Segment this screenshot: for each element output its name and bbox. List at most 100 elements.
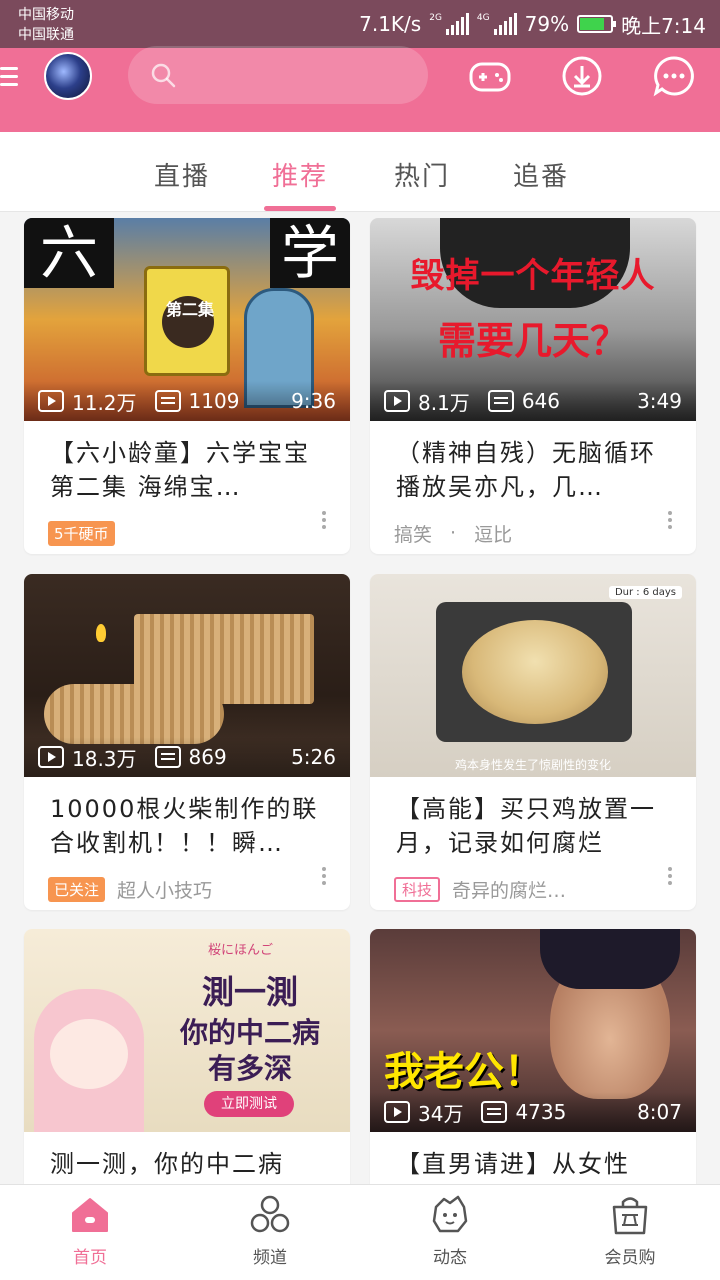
shopping-bag-icon	[612, 1197, 648, 1235]
play-count: 8.1万	[418, 390, 470, 415]
play-count-icon	[384, 1101, 410, 1123]
search-box[interactable]	[128, 46, 428, 104]
video-card[interactable]: Dur : 6 days 鸡本身性发生了惊剧性的变化 【高能】买只鸡放置一月，记…	[370, 574, 696, 910]
duration: 9:36	[291, 389, 336, 413]
video-card[interactable]: 六 学 第二集 11.2万 1109 9:36 【六小龄童】六学宝宝 第二集 海…	[24, 218, 350, 554]
video-thumbnail: 18.3万 869 5:26	[24, 574, 350, 777]
thumb-text: Dur : 6 days	[608, 586, 682, 599]
followed-badge: 已关注	[48, 876, 106, 902]
signal-4g-icon: 4G	[477, 13, 517, 35]
play-count: 11.2万	[72, 390, 137, 415]
play-count: 34万	[418, 1101, 464, 1126]
channel-icon	[250, 1195, 290, 1233]
card-footer: 搞笑 · 逗比	[394, 520, 512, 546]
nav-home-label: 首页	[73, 1248, 107, 1268]
play-count-icon	[38, 746, 64, 768]
message-icon[interactable]	[652, 54, 696, 98]
play-count: 18.3万	[72, 746, 137, 771]
video-title[interactable]: 【六小龄童】六学宝宝 第二集 海绵宝…	[50, 436, 324, 504]
video-stats: 11.2万 1109 9:36	[24, 381, 350, 421]
thumb-text: 立即测试	[204, 1091, 294, 1117]
more-options-icon[interactable]	[322, 508, 328, 532]
battery-fill	[580, 18, 605, 30]
tab-bar: 直播 推荐 热门 追番	[0, 132, 720, 212]
app-bar	[0, 46, 720, 132]
nav-channel[interactable]: 频道	[220, 1193, 320, 1268]
video-thumbnail: Dur : 6 days 鸡本身性发生了惊剧性的变化	[370, 574, 696, 777]
tab-anime[interactable]: 追番	[513, 156, 569, 193]
battery-icon	[577, 15, 617, 33]
thumb-text: 学	[270, 218, 350, 288]
sub-category-tag[interactable]: 逗比	[474, 520, 512, 547]
video-title[interactable]: 【高能】买只鸡放置一月，记录如何腐烂	[396, 792, 670, 860]
video-stats: 34万 4735 8:07	[370, 1092, 696, 1132]
nav-shop[interactable]: 会员购	[580, 1193, 680, 1268]
battery-percent: 79%	[524, 12, 570, 36]
tab-hot[interactable]: 热门	[394, 156, 450, 193]
video-title[interactable]: 10000根火柴制作的联合收割机！！！瞬…	[50, 792, 324, 860]
search-icon	[151, 63, 176, 88]
thumb-caption: 鸡本身性发生了惊剧性的变化	[454, 758, 611, 772]
nav-dynamic[interactable]: 动态	[400, 1193, 500, 1268]
duration: 8:07	[637, 1100, 682, 1124]
chicken-shape	[462, 620, 608, 724]
video-thumbnail: 桜にほんご 測一測 你的中二病 有多深 立即测试	[24, 929, 350, 1132]
duration: 3:49	[637, 389, 682, 413]
bottom-nav: 首页 频道 动态 会员购	[0, 1184, 720, 1280]
clock: 晚上7:14	[621, 13, 706, 38]
danmaku-icon	[487, 390, 514, 412]
menu-icon[interactable]	[0, 62, 18, 92]
video-thumbnail: 毁掉一个年轻人 需要几天？ 8.1万 646 3:49	[370, 218, 696, 421]
duration: 5:26	[291, 745, 336, 769]
video-thumbnail: 我老公！ 34万 4735 8:07	[370, 929, 696, 1132]
matchstick-roller	[44, 684, 224, 744]
coin-badge: 5千硬币	[48, 520, 115, 546]
status-right: 7.1K/s 2G 4G 79% 晚上7:14	[359, 8, 706, 40]
tab-recommend[interactable]: 推荐	[272, 156, 328, 193]
hair-shape	[540, 929, 680, 989]
dynamic-icon	[432, 1195, 468, 1233]
video-card[interactable]: 18.3万 869 5:26 10000根火柴制作的联合收割机！！！瞬… 已关注…	[24, 574, 350, 910]
tab-live[interactable]: 直播	[154, 156, 210, 193]
video-stats: 8.1万 646 3:49	[370, 381, 696, 421]
thumb-text: 有多深	[207, 1052, 292, 1085]
nav-dynamic-label: 动态	[433, 1248, 467, 1268]
danmaku-count: 869	[188, 745, 227, 769]
thumb-text: 毁掉一个年轻人	[410, 256, 656, 296]
carrier-1: 中国移动	[18, 7, 74, 23]
video-title[interactable]: （精神自残）无脑循环播放吴亦凡，几…	[396, 436, 670, 504]
home-icon	[72, 1198, 108, 1232]
nav-channel-label: 频道	[253, 1248, 287, 1268]
danmaku-count: 4735	[515, 1100, 567, 1124]
video-thumbnail: 六 学 第二集 11.2万 1109 9:36	[24, 218, 350, 421]
thumb-text: 你的中二病	[179, 1016, 320, 1049]
more-options-icon[interactable]	[322, 864, 328, 888]
card-footer: 科技 奇异的腐烂…	[394, 876, 566, 902]
more-options-icon[interactable]	[668, 864, 674, 888]
video-card[interactable]: 毁掉一个年轻人 需要几天？ 8.1万 646 3:49 （精神自残）无脑循环播放…	[370, 218, 696, 554]
download-icon[interactable]	[560, 54, 604, 98]
uploader-name[interactable]: 超人小技巧	[117, 876, 212, 903]
thumb-text: 六	[24, 218, 114, 288]
danmaku-count: 646	[521, 389, 560, 413]
thumb-text: 我老公！	[384, 1049, 544, 1095]
category-badge: 科技	[394, 876, 441, 902]
status-bar: 中国移动 中国联通 7.1K/s 2G 4G 79% 晚上7:14	[0, 0, 720, 48]
danmaku-icon	[154, 746, 181, 768]
more-options-icon[interactable]	[668, 508, 674, 532]
nav-home[interactable]: 首页	[40, 1193, 140, 1268]
uploader-name[interactable]: 奇异的腐烂…	[452, 876, 566, 903]
play-count-icon	[384, 390, 410, 412]
avatar[interactable]	[44, 52, 92, 100]
thumb-text: 桜にほんご	[208, 943, 274, 958]
category-tag[interactable]: 搞笑	[394, 520, 432, 547]
danmaku-icon	[154, 390, 181, 412]
gamepad-icon[interactable]	[468, 54, 512, 98]
carrier-2: 中国联通	[18, 27, 74, 43]
tab-indicator	[264, 206, 336, 211]
signal-2g-icon: 2G	[429, 13, 469, 35]
separator-dot: ·	[450, 522, 457, 544]
danmaku-count: 1109	[188, 389, 240, 413]
network-speed: 7.1K/s	[359, 12, 422, 36]
flame-shape	[96, 624, 106, 642]
